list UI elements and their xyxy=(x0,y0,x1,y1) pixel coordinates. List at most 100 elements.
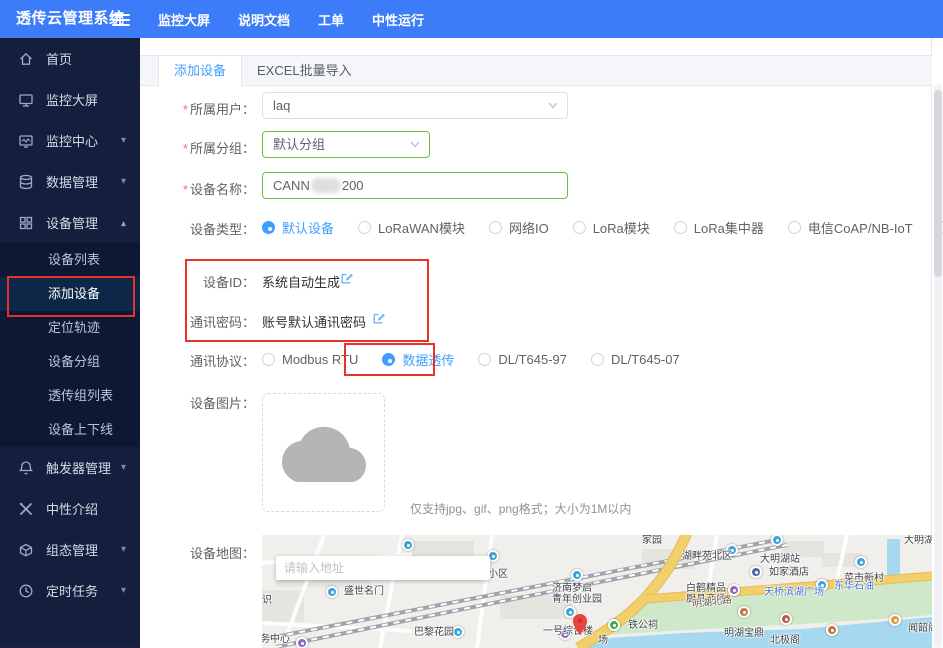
bell-icon xyxy=(18,460,34,476)
owner-label: * 所属用户： xyxy=(182,102,255,117)
radio-telecom-coap-nb-iot[interactable]: 电信CoAP/NB-IoT xyxy=(787,218,913,237)
radio-data-passthrough[interactable]: 数据透传 xyxy=(382,350,454,369)
map-marker-green[interactable] xyxy=(608,619,620,631)
owner-select[interactable]: laq xyxy=(262,92,568,119)
sidebar-item-scada-management[interactable]: 组态管理 ▾ xyxy=(0,529,140,570)
map-label: 闻韶阁 xyxy=(908,623,932,634)
sidebar: 首页 监控大屏 监控中心 ▾ 数据管理 ▾ 设备管理 ▾ 设备列表 添加设备 定位轨迹 设备分组 透传… xyxy=(0,38,140,648)
box-icon xyxy=(18,542,34,558)
app-window: 透传云管理系统 监控大屏 说明文档 工单 中性运行 首页 监控大屏 监控中心 ▾ 数据管理 ▾ 设… xyxy=(0,0,943,648)
radio-circle-icon xyxy=(478,353,492,366)
map-marker-blue[interactable] xyxy=(571,569,583,581)
app-logo: 透传云管理系统 xyxy=(16,10,125,27)
map-label: 北极阁 xyxy=(770,635,800,646)
map-label: 东华石油 xyxy=(834,581,874,592)
map-label: 明湖宝鼎 xyxy=(724,628,764,639)
chevron-down-icon: ▾ xyxy=(120,175,126,187)
device-name-input[interactable]: CANN 200 xyxy=(262,172,568,199)
owner-select-value: laq xyxy=(273,98,291,113)
device-name-label: * 设备名称： xyxy=(182,182,255,197)
database-icon xyxy=(18,174,34,190)
sidebar-item-data-management[interactable]: 数据管理 ▾ xyxy=(0,161,140,202)
nav-work-order[interactable]: 工单 xyxy=(318,10,344,29)
home-icon xyxy=(18,51,34,67)
chevron-down-icon xyxy=(548,102,558,109)
radio-lorawan-module[interactable]: LoRaWAN模块 xyxy=(358,218,465,237)
sidebar-subitem-location-track[interactable]: 定位轨迹 xyxy=(0,311,140,345)
radio-circle-icon xyxy=(673,221,687,234)
sidebar-bottom-menu: 触发器管理 ▾ 中性介绍 组态管理 ▾ 定时任务 ▾ xyxy=(0,447,140,611)
radio-circle-icon xyxy=(488,221,502,234)
nav-neutral-run[interactable]: 中性运行 xyxy=(372,10,424,29)
chevron-down-icon: ▾ xyxy=(120,461,126,473)
map-label: 济南梦启 青年创业园 xyxy=(552,583,602,605)
radio-dlt645-07[interactable]: DL/T645-07 xyxy=(591,352,680,367)
sidebar-item-timed-tasks[interactable]: 定时任务 ▾ xyxy=(0,570,140,611)
radio-network-io[interactable]: 网络IO xyxy=(488,218,549,237)
radio-lora-module[interactable]: LoRa模块 xyxy=(572,218,650,237)
radio-circle-icon xyxy=(572,221,586,234)
chevron-down-icon: ▾ xyxy=(120,543,126,555)
tab-add-device[interactable]: 添加设备 xyxy=(158,56,243,87)
group-select-value: 默认分组 xyxy=(273,137,326,152)
map-marker-orange[interactable] xyxy=(826,624,838,636)
edit-icon[interactable] xyxy=(340,271,354,285)
sidebar-item-monitor-center[interactable]: 监控中心 ▾ xyxy=(0,120,140,161)
chevron-up-icon: ▾ xyxy=(120,217,126,229)
sidebar-subitem-passthrough-group-list[interactable]: 透传组列表 xyxy=(0,379,140,413)
screen-icon xyxy=(18,92,34,108)
radio-modbus-rtu[interactable]: Modbus RTU xyxy=(262,352,358,367)
sidebar-subitem-device-online-offline[interactable]: 设备上下线 xyxy=(0,413,140,447)
radio-default-device[interactable]: 默认设备 xyxy=(262,218,334,237)
map-marker-blue[interactable] xyxy=(402,539,414,551)
radio-dlt645-97[interactable]: DL/T645-97 xyxy=(478,352,567,367)
sidebar-item-neutral-intro[interactable]: 中性介绍 xyxy=(0,488,140,529)
nav-monitor-screen[interactable]: 监控大屏 xyxy=(158,10,210,29)
device-type-radios: 默认设备 LoRaWAN模块 网络IO LoRa模块 LoRa集中器 电信CoAP/NB-… xyxy=(262,218,943,237)
map-marker-rust[interactable] xyxy=(780,613,792,625)
radio-circle-icon xyxy=(787,221,801,234)
comm-password-label: 通讯密码： xyxy=(189,315,255,330)
group-select[interactable]: 默认分组 xyxy=(262,131,430,158)
map-marker-orange[interactable] xyxy=(738,606,750,618)
map-label: 天桥滨湖广场 xyxy=(764,587,824,598)
sidebar-subitem-add-device[interactable]: 添加设备 xyxy=(0,277,140,311)
sidebar-subitem-device-list[interactable]: 设备列表 xyxy=(0,243,140,277)
sidebar-item-home[interactable]: 首页 xyxy=(0,38,140,79)
chevron-down-icon xyxy=(410,141,420,148)
comm-password-value: 账号默认通讯密码 xyxy=(262,315,367,330)
image-upload-dropzone[interactable] xyxy=(262,393,385,512)
map-marker-blue[interactable] xyxy=(326,586,338,598)
sidebar-submenu: 设备列表 添加设备 定位轨迹 设备分组 透传组列表 设备上下线 xyxy=(0,243,140,447)
map-label: 家园 xyxy=(642,535,662,546)
top-header: 透传云管理系统 监控大屏 说明文档 工单 中性运行 xyxy=(0,0,943,38)
map-marker-navy[interactable] xyxy=(750,566,762,578)
sidebar-item-trigger-management[interactable]: 触发器管理 ▾ xyxy=(0,447,140,488)
monitor-center-icon xyxy=(18,133,34,149)
map-canvas[interactable]: 荷花园小区盛世名门济南梦启 青年创业园一号综合楼巴黎花园务中心场铁公祠明湖宝鼎北… xyxy=(262,535,932,648)
tab-excel-import[interactable]: EXCEL批量导入 xyxy=(242,56,367,87)
radio-circle-icon xyxy=(382,353,396,366)
map-label: 大明湖站 xyxy=(760,554,800,565)
map-marker-blue[interactable] xyxy=(855,556,867,568)
map-label: 盛世名门 xyxy=(344,586,384,597)
sidebar-item-monitor-screen[interactable]: 监控大屏 xyxy=(0,79,140,120)
map-label: 识 xyxy=(262,595,272,606)
nav-docs[interactable]: 说明文档 xyxy=(238,10,290,29)
edit-icon[interactable] xyxy=(372,311,386,325)
radio-circle-icon xyxy=(591,353,605,366)
hamburger-menu-icon[interactable] xyxy=(112,11,132,27)
clock-icon xyxy=(18,583,34,599)
scrollbar-thumb[interactable] xyxy=(934,90,942,277)
map-label: 巴黎花园 xyxy=(414,627,454,638)
map-marker-amber[interactable] xyxy=(889,614,901,626)
tab-bar: 添加设备 EXCEL批量导入 xyxy=(140,55,932,87)
chevron-down-icon: ▾ xyxy=(120,584,126,596)
group-label: * 所属分组： xyxy=(182,141,255,156)
sidebar-item-device-management[interactable]: 设备管理 ▾ xyxy=(0,202,140,243)
map-marker-purple[interactable] xyxy=(296,637,308,648)
sidebar-subitem-device-group[interactable]: 设备分组 xyxy=(0,345,140,379)
radio-lora-concentrator[interactable]: LoRa集中器 xyxy=(673,218,764,237)
map-pin-icon[interactable] xyxy=(572,613,588,635)
map-address-input[interactable] xyxy=(276,556,490,580)
